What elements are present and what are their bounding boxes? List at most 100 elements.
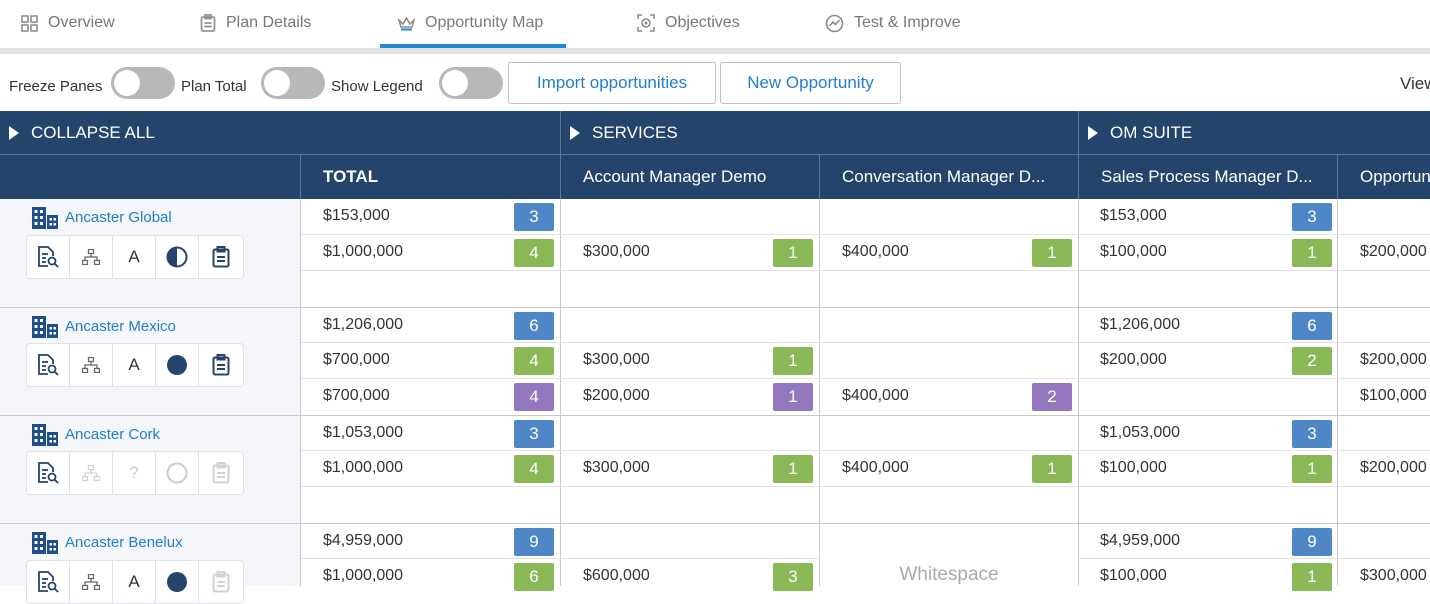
count-badge[interactable]: 4 (514, 455, 554, 483)
freeze-panes-label: Freeze Panes (9, 78, 103, 95)
count-badge[interactable]: 4 (514, 347, 554, 375)
count-badge[interactable]: 1 (1032, 455, 1072, 483)
import-opportunities-button[interactable]: Import opportunities (508, 62, 716, 104)
clipboard-button[interactable] (199, 344, 242, 386)
count-badge[interactable]: 6 (514, 563, 554, 591)
hierarchy-button[interactable] (70, 236, 113, 278)
column-header-sales-process-manager[interactable]: Sales Process Manager D... (1079, 155, 1337, 199)
plan-total-toggle[interactable] (261, 67, 325, 99)
om-suite-group-header[interactable]: OM SUITE (1079, 111, 1430, 154)
count-badge[interactable]: 9 (1292, 528, 1332, 556)
hierarchy-icon (82, 357, 100, 373)
count-badge[interactable]: 2 (1032, 383, 1072, 411)
column-header-account-manager-demo[interactable]: Account Manager Demo (561, 155, 819, 199)
cell-value[interactable]: $200,000 (1360, 459, 1427, 477)
clipboard-button[interactable] (199, 452, 242, 494)
letter-a-button[interactable]: A (113, 561, 156, 603)
cell-value[interactable]: $100,000 (1360, 387, 1427, 405)
account-link-ancaster-cork[interactable]: Ancaster Cork (65, 426, 160, 443)
column-header-opportunity[interactable]: Opportunity (1338, 155, 1430, 199)
count-badge[interactable]: 9 (514, 528, 554, 556)
full-circle-button[interactable] (156, 344, 199, 386)
cell-value[interactable]: $400,000 (842, 243, 909, 261)
count-badge[interactable]: 1 (773, 383, 813, 411)
tab-test-improve[interactable]: Test & Improve (825, 0, 961, 46)
count-badge[interactable]: 4 (514, 239, 554, 267)
count-badge[interactable]: 1 (773, 239, 813, 267)
crown-icon (398, 16, 415, 30)
services-group-header[interactable]: SERVICES (561, 111, 1078, 154)
empty-circle-icon (166, 462, 188, 484)
cell-value[interactable]: $300,000 (583, 243, 650, 261)
count-badge[interactable]: 3 (1292, 203, 1332, 231)
clipboard-button[interactable] (199, 561, 242, 603)
cell-value[interactable]: $100,000 (1100, 243, 1167, 261)
cell-value[interactable]: $153,000 (1100, 207, 1167, 225)
document-search-button[interactable] (27, 561, 70, 603)
account-link-ancaster-global[interactable]: Ancaster Global (65, 209, 172, 226)
new-opportunity-button[interactable]: New Opportunity (720, 62, 901, 104)
half-circle-button[interactable] (156, 236, 199, 278)
count-badge[interactable]: 4 (514, 383, 554, 411)
whitespace-cell[interactable]: Whitespace (820, 524, 1078, 586)
cell-value[interactable]: $200,000 (583, 387, 650, 405)
letter-a-button[interactable]: A (113, 344, 156, 386)
view-label[interactable]: View (1400, 74, 1430, 94)
count-badge[interactable]: 3 (514, 420, 554, 448)
chart-gauge-icon (825, 14, 844, 32)
unknown-button[interactable]: ? (113, 452, 156, 494)
letter-a-button[interactable]: A (113, 236, 156, 278)
empty-circle-button[interactable] (156, 452, 199, 494)
column-header-conversation-manager[interactable]: Conversation Manager D... (820, 155, 1078, 199)
count-badge[interactable]: 3 (514, 203, 554, 231)
total-value: $1,000,000 (323, 567, 404, 584)
cell-value[interactable]: $600,000 (583, 567, 650, 585)
cell-value[interactable]: $200,000 (1360, 351, 1427, 369)
account-link-ancaster-benelux[interactable]: Ancaster Benelux (65, 534, 183, 551)
account-action-bar: ? (26, 451, 244, 495)
cell-value[interactable]: $400,000 (842, 387, 909, 405)
cell-value[interactable]: $300,000 (1360, 567, 1427, 585)
count-badge[interactable]: 2 (1292, 347, 1332, 375)
count-badge[interactable]: 1 (773, 347, 813, 375)
cell-value[interactable]: $4,959,000 (1100, 532, 1180, 550)
count-badge[interactable]: 1 (1032, 239, 1072, 267)
tab-overview[interactable]: Overview (21, 0, 115, 46)
tab-objectives[interactable]: Objectives (637, 0, 740, 46)
hierarchy-button[interactable] (70, 561, 113, 603)
account-action-bar: A (26, 343, 244, 387)
count-badge[interactable]: 3 (773, 563, 813, 591)
question-mark-icon: ? (129, 463, 139, 482)
count-badge[interactable]: 1 (1292, 563, 1332, 591)
show-legend-toggle[interactable] (439, 67, 503, 99)
document-search-button[interactable] (27, 344, 70, 386)
cell-value[interactable]: $200,000 (1100, 351, 1167, 369)
count-badge[interactable]: 1 (1292, 239, 1332, 267)
count-badge[interactable]: 6 (514, 312, 554, 340)
count-badge[interactable]: 3 (1292, 420, 1332, 448)
account-action-bar: A (26, 560, 244, 604)
cell-value[interactable]: $1,053,000 (1100, 424, 1180, 442)
cell-value[interactable]: $100,000 (1100, 459, 1167, 477)
freeze-panes-toggle[interactable] (111, 67, 175, 99)
hierarchy-button[interactable] (70, 452, 113, 494)
document-search-button[interactable] (27, 452, 70, 494)
cell-value[interactable]: $300,000 (583, 351, 650, 369)
hierarchy-button[interactable] (70, 344, 113, 386)
full-circle-button[interactable] (156, 561, 199, 603)
collapse-all-header[interactable]: COLLAPSE ALL (0, 111, 560, 154)
clipboard-button[interactable] (199, 236, 242, 278)
half-circle-icon (166, 246, 188, 268)
tab-opportunity-map[interactable]: Opportunity Map (398, 0, 543, 46)
document-search-button[interactable] (27, 236, 70, 278)
account-link-ancaster-mexico[interactable]: Ancaster Mexico (65, 318, 176, 335)
count-badge[interactable]: 1 (1292, 455, 1332, 483)
tab-plan-details[interactable]: Plan Details (200, 0, 311, 46)
cell-value[interactable]: $200,000 (1360, 243, 1427, 261)
cell-value[interactable]: $400,000 (842, 459, 909, 477)
count-badge[interactable]: 6 (1292, 312, 1332, 340)
cell-value[interactable]: $300,000 (583, 459, 650, 477)
cell-value[interactable]: $1,206,000 (1100, 316, 1180, 334)
count-badge[interactable]: 1 (773, 455, 813, 483)
cell-value[interactable]: $100,000 (1100, 567, 1167, 585)
